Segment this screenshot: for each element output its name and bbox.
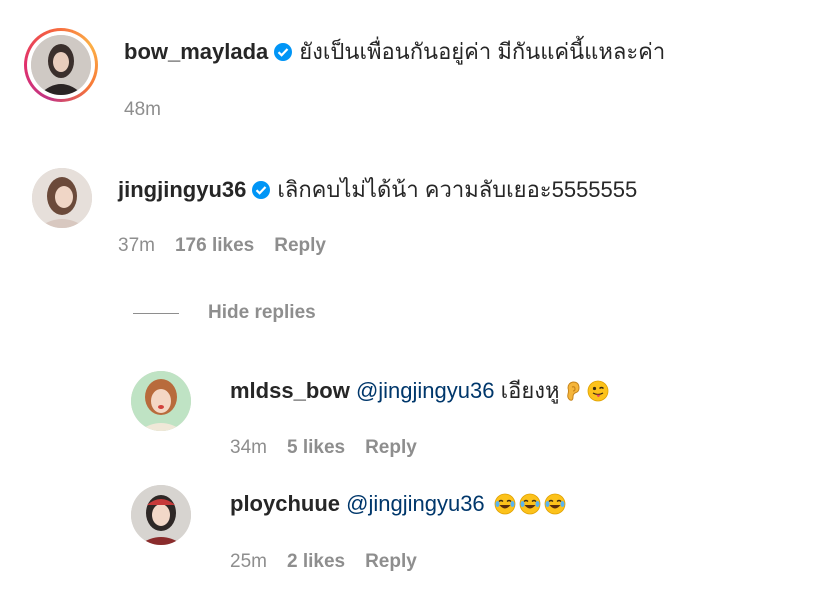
comment-meta: 37m 176 likes Reply <box>118 235 346 257</box>
likes-count[interactable]: 2 likes <box>287 551 345 572</box>
mention-link[interactable]: @jingjingyu36 <box>356 378 495 403</box>
comment-text: เลิกคบไม่ได้น้า ความลับเยอะ5555555 <box>277 177 638 202</box>
story-ring[interactable] <box>24 28 98 102</box>
avatar[interactable] <box>131 485 191 545</box>
reply-time: 34m <box>230 437 267 458</box>
avatar[interactable] <box>131 371 191 431</box>
tears-of-joy-emoji <box>544 493 566 515</box>
hide-replies-button[interactable]: Hide replies <box>208 302 316 324</box>
winking-tongue-emoji <box>587 380 609 402</box>
reply-button[interactable]: Reply <box>274 235 326 256</box>
reply-button[interactable]: Reply <box>365 437 417 458</box>
caption-username[interactable]: bow_maylada <box>124 39 268 64</box>
caption-meta: 48m <box>124 99 181 121</box>
likes-count[interactable]: 176 likes <box>175 235 254 256</box>
hide-replies-divider <box>133 313 179 314</box>
reply-meta: 34m 5 likes Reply <box>230 437 437 459</box>
tears-of-joy-emoji <box>494 493 516 515</box>
reply-username[interactable]: mldss_bow <box>230 378 350 403</box>
caption-text: ยังเป็นเพื่อนกันอยู่ค่า มีกันแค่นี้แหละค… <box>299 39 666 64</box>
comment-line: jingjingyu36 เลิกคบไม่ได้น้า ความลับเยอะ5… <box>118 176 637 204</box>
comment-username[interactable]: jingjingyu36 <box>118 177 246 202</box>
reply-meta: 25m 2 likes Reply <box>230 551 437 573</box>
avatar <box>31 35 91 95</box>
comment-time: 37m <box>118 235 155 256</box>
reply-time: 25m <box>230 551 267 572</box>
likes-count[interactable]: 5 likes <box>287 437 345 458</box>
reply-line: mldss_bow @jingjingyu36 เอียงหู <box>230 377 609 405</box>
caption-time: 48m <box>124 99 161 120</box>
reply-button[interactable]: Reply <box>365 551 417 572</box>
reply-line: ploychuue @jingjingyu36 <box>230 490 566 518</box>
caption-line: bow_maylada ยังเป็นเพื่อนกันอยู่ค่า มีกัน… <box>124 38 665 66</box>
reply-username[interactable]: ploychuue <box>230 491 340 516</box>
verified-icon <box>273 42 293 62</box>
tears-of-joy-emoji <box>519 493 541 515</box>
verified-icon <box>251 180 271 200</box>
ear-emoji <box>562 380 584 402</box>
avatar[interactable] <box>32 168 92 228</box>
mention-link[interactable]: @jingjingyu36 <box>346 491 485 516</box>
reply-text: เอียงหู <box>500 378 560 403</box>
